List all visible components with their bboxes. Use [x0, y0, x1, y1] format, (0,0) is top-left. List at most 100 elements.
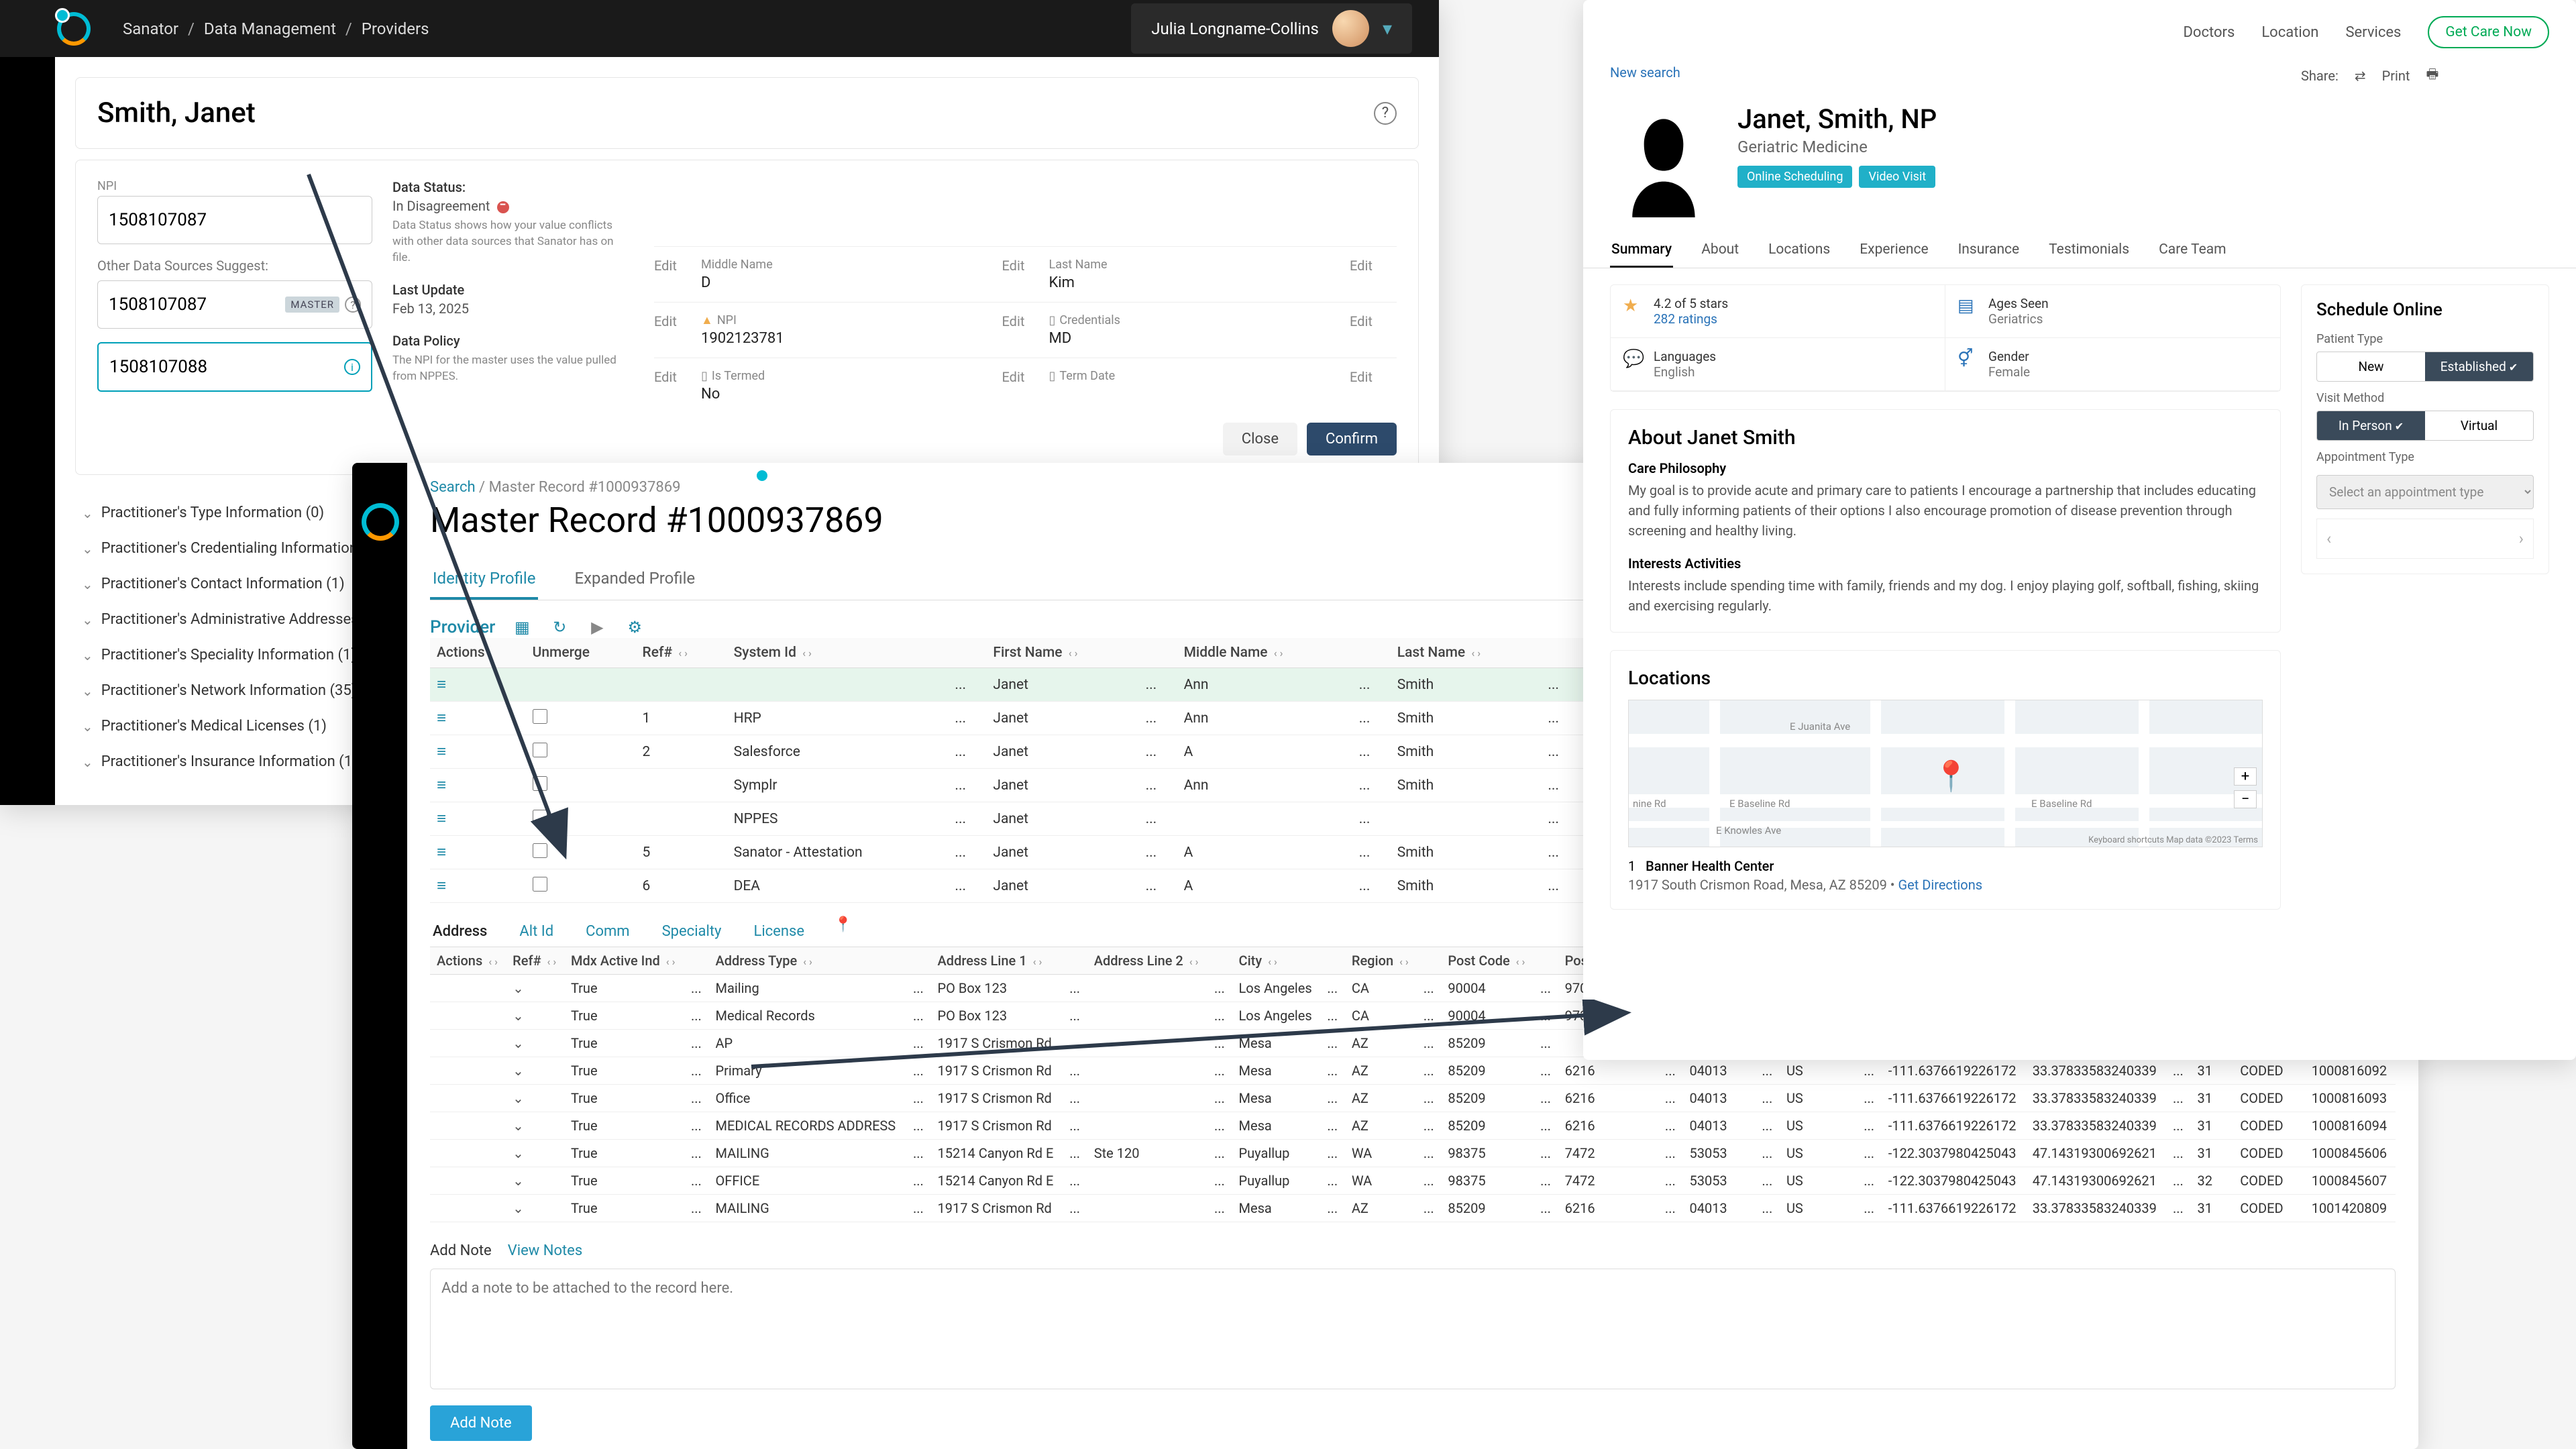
- nav-doctors[interactable]: Doctors: [2183, 24, 2235, 41]
- column-header[interactable]: System Id ‹ ›: [727, 638, 949, 668]
- column-header[interactable]: Actions: [430, 638, 526, 668]
- column-header[interactable]: [1352, 638, 1391, 668]
- appointment-type-select[interactable]: Select an appointment type: [2316, 475, 2534, 509]
- close-button[interactable]: Close: [1223, 423, 1297, 455]
- row-menu-icon[interactable]: ≡: [437, 843, 446, 861]
- column-header[interactable]: Last Name ‹ ›: [1391, 638, 1542, 668]
- edit-link[interactable]: Edit: [654, 258, 701, 274]
- expand-icon[interactable]: ⌄: [513, 1063, 524, 1079]
- confirm-button[interactable]: Confirm: [1307, 423, 1397, 455]
- add-note-button[interactable]: Add Note: [430, 1405, 532, 1441]
- get-care-button[interactable]: Get Care Now: [2428, 16, 2549, 48]
- edit-link[interactable]: Edit: [1350, 258, 1397, 274]
- visit-method-virtual[interactable]: Virtual: [2425, 411, 2533, 440]
- date-carousel[interactable]: ‹›: [2316, 519, 2534, 559]
- nav-services[interactable]: Services: [2345, 24, 2401, 41]
- column-header[interactable]: [906, 947, 931, 975]
- column-header[interactable]: Mdx Active Ind ‹ ›: [564, 947, 684, 975]
- patient-type-new[interactable]: New: [2317, 352, 2425, 381]
- tab-expanded-profile[interactable]: Expanded Profile: [572, 559, 698, 600]
- subtab-address[interactable]: Address: [430, 916, 490, 947]
- column-header[interactable]: Region ‹ ›: [1345, 947, 1417, 975]
- expand-icon[interactable]: ⌄: [513, 980, 524, 996]
- npi-suggestion[interactable]: 1508107087 MASTER ?: [97, 280, 372, 329]
- get-directions-link[interactable]: Get Directions: [1898, 877, 1983, 893]
- expand-icon[interactable]: ⌄: [513, 1008, 524, 1024]
- view-notes-tab[interactable]: View Notes: [508, 1242, 582, 1259]
- edit-link[interactable]: Edit: [1350, 313, 1397, 329]
- unmerge-checkbox[interactable]: [533, 743, 547, 757]
- unmerge-checkbox[interactable]: [533, 877, 547, 892]
- tab-insurance[interactable]: Insurance: [1957, 233, 2021, 268]
- share-icon[interactable]: ⇄: [2355, 68, 2366, 84]
- subtab-license[interactable]: License: [751, 916, 807, 947]
- column-header[interactable]: Ref# ‹ ›: [506, 947, 564, 975]
- column-header[interactable]: [1063, 947, 1087, 975]
- expand-icon[interactable]: ⌄: [513, 1035, 524, 1051]
- info-icon[interactable]: i: [344, 359, 360, 375]
- column-header[interactable]: First Name ‹ ›: [986, 638, 1138, 668]
- ratings-link[interactable]: 282 ratings: [1654, 311, 1717, 327]
- zoom-out-button[interactable]: −: [2234, 790, 2257, 808]
- edit-link[interactable]: Edit: [1350, 369, 1397, 385]
- edit-link[interactable]: Edit: [654, 369, 701, 385]
- patient-type-established[interactable]: Established✔: [2425, 352, 2533, 381]
- zoom-in-button[interactable]: +: [2234, 767, 2257, 786]
- map[interactable]: E Juanita Ave E Baseline Rd E Baseline R…: [1628, 700, 2263, 847]
- row-menu-icon[interactable]: ≡: [437, 742, 446, 761]
- column-header[interactable]: Middle Name ‹ ›: [1177, 638, 1352, 668]
- subtab-altid[interactable]: Alt Id: [517, 916, 556, 947]
- npi-field[interactable]: 1508107087: [97, 196, 372, 244]
- help-icon[interactable]: ?: [345, 297, 361, 313]
- gear-icon[interactable]: ⚙: [624, 616, 645, 638]
- expand-icon[interactable]: ⌄: [513, 1200, 524, 1216]
- column-header[interactable]: [1534, 947, 1558, 975]
- expand-icon[interactable]: ⌄: [513, 1145, 524, 1161]
- unmerge-checkbox[interactable]: [533, 709, 547, 724]
- subtab-comm[interactable]: Comm: [583, 916, 632, 947]
- row-menu-icon[interactable]: ≡: [437, 876, 446, 895]
- tab-testimonials[interactable]: Testimonials: [2047, 233, 2131, 268]
- column-header[interactable]: Post Code ‹ ›: [1441, 947, 1534, 975]
- tab-summary[interactable]: Summary: [1610, 233, 1673, 268]
- tab-about[interactable]: About: [1700, 233, 1740, 268]
- print-icon[interactable]: 🖶: [2426, 64, 2438, 87]
- breadcrumb-item[interactable]: Sanator: [123, 19, 178, 38]
- add-note-tab[interactable]: Add Note: [430, 1242, 492, 1259]
- column-header[interactable]: Unmerge: [526, 638, 636, 668]
- column-header[interactable]: Address Line 1 ‹ ›: [931, 947, 1063, 975]
- row-menu-icon[interactable]: ≡: [437, 775, 446, 794]
- nav-location[interactable]: Location: [2261, 24, 2318, 41]
- unmerge-checkbox[interactable]: [533, 843, 547, 858]
- expand-icon[interactable]: ⌄: [513, 1173, 524, 1189]
- row-menu-icon[interactable]: ≡: [437, 675, 446, 694]
- breadcrumb-search-link[interactable]: Search: [430, 479, 476, 496]
- column-header[interactable]: [948, 638, 986, 668]
- npi-suggestion-selected[interactable]: 1508107088 i: [97, 342, 372, 392]
- breadcrumb-item[interactable]: Data Management: [204, 19, 336, 38]
- column-header[interactable]: [1139, 638, 1177, 668]
- edit-link[interactable]: Edit: [1002, 313, 1049, 329]
- tab-experience[interactable]: Experience: [1858, 233, 1929, 268]
- note-textarea[interactable]: [430, 1269, 2396, 1389]
- user-menu[interactable]: Julia Longname-Collins ▾: [1131, 3, 1412, 54]
- row-menu-icon[interactable]: ≡: [437, 809, 446, 828]
- column-header[interactable]: Ref# ‹ ›: [636, 638, 727, 668]
- new-search-link[interactable]: New search: [1610, 64, 1680, 87]
- help-icon[interactable]: ?: [1374, 102, 1397, 125]
- column-header[interactable]: Address Type ‹ ›: [709, 947, 907, 975]
- breadcrumb-item[interactable]: Providers: [362, 19, 429, 38]
- tab-care-team[interactable]: Care Team: [2157, 233, 2227, 268]
- grid-icon[interactable]: ▦: [511, 616, 533, 638]
- unmerge-checkbox[interactable]: [533, 776, 547, 791]
- subtab-specialty[interactable]: Specialty: [659, 916, 724, 947]
- column-header[interactable]: City ‹ ›: [1232, 947, 1321, 975]
- expand-icon[interactable]: ⌄: [513, 1090, 524, 1106]
- column-header[interactable]: Address Line 2 ‹ ›: [1087, 947, 1208, 975]
- location-pin-icon[interactable]: 📍: [834, 916, 852, 947]
- edit-link[interactable]: Edit: [1002, 258, 1049, 274]
- column-header[interactable]: [1417, 947, 1442, 975]
- unmerge-checkbox[interactable]: [533, 810, 547, 824]
- column-header[interactable]: [1320, 947, 1345, 975]
- edit-link[interactable]: Edit: [654, 313, 701, 329]
